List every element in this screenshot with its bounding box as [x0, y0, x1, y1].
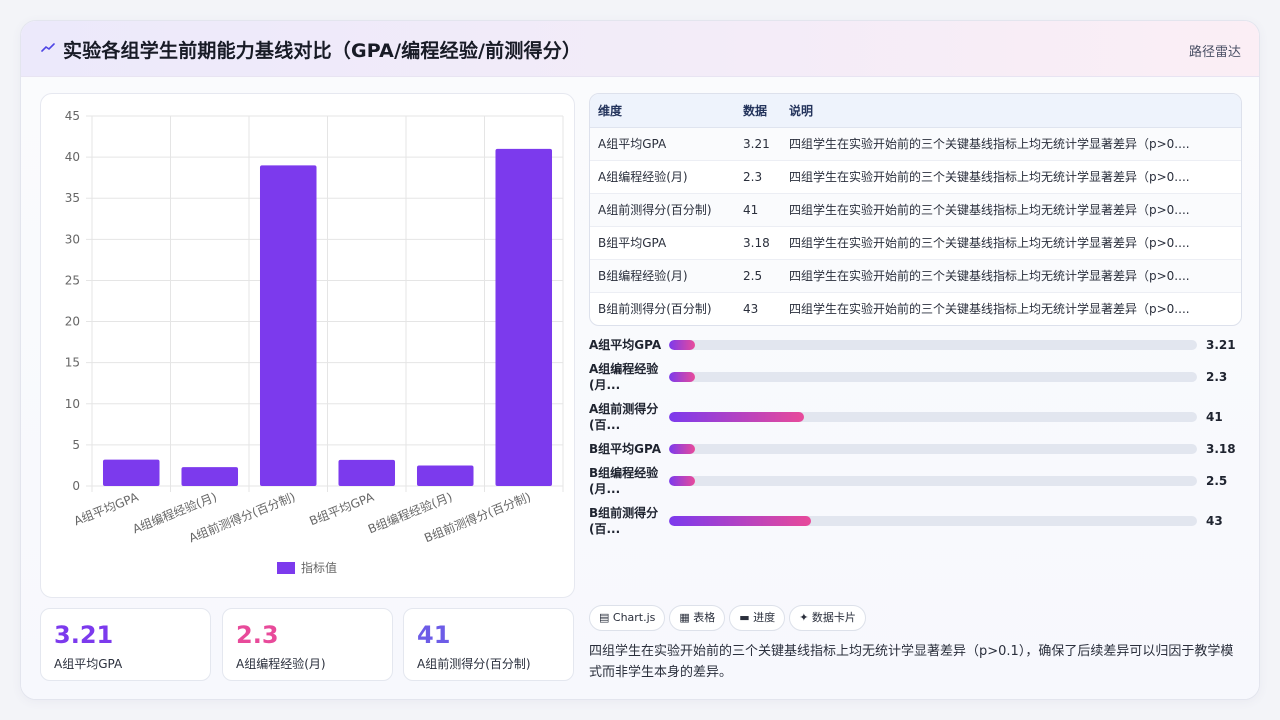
stat-card: 41 A组前测得分(百分制) [403, 608, 574, 681]
table-cell: A组前测得分(百分制) [590, 193, 735, 227]
stat-label: A组编程经验(月) [236, 657, 326, 671]
progress-track [669, 412, 1197, 422]
header-tag[interactable]: 路径雷达 [1189, 41, 1241, 60]
data-table: 维度 数据 说明 A组平均GPA 3.21 四组学生在实验开始前的三个关键基线指标上… [589, 93, 1242, 326]
y-tick-label: 20 [65, 315, 80, 329]
stat-label: A组前测得分(百分制) [417, 657, 531, 671]
progress-value: 2.5 [1206, 474, 1228, 488]
table-cell: 43 [743, 301, 759, 316]
bar [102, 459, 160, 486]
table-row: A组平均GPA 3.21 四组学生在实验开始前的三个关键基线指标上均无统计学显著差异… [590, 127, 1241, 161]
y-tick-label: 15 [65, 356, 80, 370]
y-tick-label: 5 [72, 438, 80, 452]
view-chips: ▤ Chart.js ▦ 表格 ▬ 进度 ✦ 数据卡片 [589, 605, 870, 631]
progress-fill [669, 444, 696, 454]
bar [181, 467, 239, 486]
table-cell: 3.21 [735, 127, 781, 161]
table-row: A组前测得分(百分制) 41 四组学生在实验开始前的三个关键基线指标上均无统计学显著… [590, 193, 1241, 227]
progress-label: A组编程经验(月... [589, 362, 659, 392]
table-cell: 41 [735, 193, 781, 227]
view-chip[interactable]: ▦ 表格 [669, 605, 726, 631]
progress-label: A组前测得分(百... [589, 402, 659, 432]
table-cell: 四组学生在实验开始前的三个关键基线指标上均无统计学显著差异（p>0.... [781, 226, 1241, 260]
table-cell: 四组学生在实验开始前的三个关键基线指标上均无统计学显著差异（p>0.... [789, 302, 1190, 317]
progress-value: 3.18 [1206, 442, 1236, 456]
progress-fill [669, 340, 696, 350]
stat-card: 2.3 A组编程经验(月) [222, 608, 393, 681]
progress-row: A组编程经验(月... 2.3 [589, 361, 1249, 393]
chart-panel: 0 5 10 15 20 25 30 35 40 45 A组平均GPA A组编程经验(月) A组前测得分… [40, 93, 575, 598]
y-tick-label: 45 [65, 109, 80, 123]
table-cell: A组平均GPA [590, 127, 735, 161]
progress-value: 43 [1206, 514, 1223, 528]
progress-track [669, 340, 1197, 350]
progress-label: B组编程经验(月... [589, 466, 659, 496]
legend-swatch [277, 562, 295, 574]
y-tick-label: 25 [65, 273, 80, 287]
table-cell: 四组学生在实验开始前的三个关键基线指标上均无统计学显著差异（p>0.... [781, 127, 1241, 161]
y-tick-label: 35 [65, 191, 80, 205]
y-tick-label: 40 [65, 150, 80, 164]
progress-value: 2.3 [1206, 370, 1228, 384]
table-header: 数据 [735, 94, 781, 128]
progress-fill [669, 476, 696, 486]
progress-track [669, 476, 1197, 486]
table-header-row: 维度 数据 说明 [590, 94, 1241, 128]
y-tick-label: 30 [65, 232, 80, 246]
progress-label: B组前测得分(百... [589, 506, 659, 536]
page-title: 实验各组学生前期能力基线对比（GPA/编程经验/前测得分） [63, 40, 582, 62]
bar-chart: 051015202530354045A组平均GPAA组编程经验(月)A组前测得分… [65, 109, 564, 575]
bar [416, 465, 474, 486]
table-header: 说明 [781, 94, 1241, 128]
stat-card: 3.21 A组平均GPA [40, 608, 211, 681]
view-chip[interactable]: ▬ 进度 [729, 605, 786, 631]
summary-note: 四组学生在实验开始前的三个关键基线指标上均无统计学显著差异（p>0.1），确保了… [589, 644, 1234, 680]
y-tick-label: 0 [72, 479, 80, 493]
table-row: B组前测得分(百分制) 43 四组学生在实验开始前的三个关键基线指标上均无统计学显著… [590, 292, 1241, 325]
table-cell: A组编程经验(月) [590, 160, 735, 194]
bar [495, 148, 553, 486]
y-tick-label: 10 [65, 397, 80, 411]
stat-value: 41 [417, 621, 451, 649]
progress-fill [669, 372, 696, 382]
stat-value: 2.3 [236, 621, 279, 649]
table-cell: B组编程经验(月) [590, 259, 735, 293]
progress-track [669, 444, 1197, 454]
table-cell: B组前测得分(百分制) [598, 302, 712, 317]
progress-row: B组编程经验(月... 2.5 [589, 465, 1249, 497]
table-cell: B组平均GPA [590, 226, 735, 260]
table-row: A组编程经验(月) 2.3 四组学生在实验开始前的三个关键基线指标上均无统计学显著差… [590, 160, 1241, 194]
stat-label: A组平均GPA [54, 657, 123, 671]
table-cell: 3.18 [735, 226, 781, 260]
table-row: B组平均GPA 3.18 四组学生在实验开始前的三个关键基线指标上均无统计学显著差异… [590, 226, 1241, 260]
progress-value: 3.21 [1206, 338, 1236, 352]
bar [259, 165, 317, 486]
table-cell: 四组学生在实验开始前的三个关键基线指标上均无统计学显著差异（p>0.... [781, 259, 1241, 293]
bar [338, 459, 396, 486]
view-chip[interactable]: ✦ 数据卡片 [789, 605, 866, 631]
table-row: B组编程经验(月) 2.5 四组学生在实验开始前的三个关键基线指标上均无统计学显著差… [590, 259, 1241, 293]
progress-label: B组平均GPA [589, 442, 661, 456]
table-cell: 2.3 [735, 160, 781, 194]
legend-label: 指标值 [301, 560, 337, 575]
progress-row: B组前测得分(百... 43 [589, 505, 1249, 537]
progress-value: 41 [1206, 410, 1223, 424]
main-card: 实验各组学生前期能力基线对比（GPA/编程经验/前测得分） 路径雷达 0 5 10 1… [20, 20, 1260, 700]
table-cell: 2.5 [735, 259, 781, 293]
progress-row: B组平均GPA 3.18 [589, 433, 1249, 465]
header: 实验各组学生前期能力基线对比（GPA/编程经验/前测得分） 路径雷达 [21, 21, 1259, 77]
progress-fill [669, 516, 811, 526]
progress-row: A组前测得分(百... 41 [589, 401, 1249, 433]
progress-track [669, 516, 1197, 526]
table-header: 维度 [590, 94, 735, 128]
stat-value: 3.21 [54, 621, 114, 649]
table-cell: 四组学生在实验开始前的三个关键基线指标上均无统计学显著差异（p>0.... [781, 193, 1241, 227]
progress-label: A组平均GPA [589, 338, 662, 352]
progress-track [669, 372, 1197, 382]
view-chip[interactable]: ▤ Chart.js [589, 605, 666, 631]
table-cell: 四组学生在实验开始前的三个关键基线指标上均无统计学显著差异（p>0.... [781, 160, 1241, 194]
progress-fill [669, 412, 805, 422]
trend-icon [41, 43, 55, 52]
progress-row: A组平均GPA 3.21 [589, 329, 1249, 361]
